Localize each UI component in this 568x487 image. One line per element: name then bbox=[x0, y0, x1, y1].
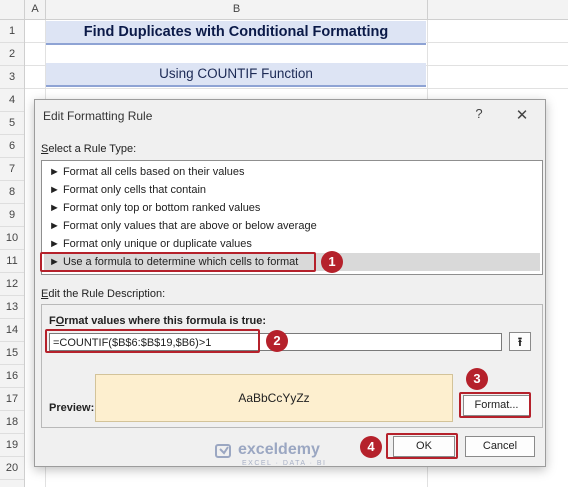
row-header[interactable]: 14 bbox=[0, 319, 24, 342]
row-header[interactable]: 2 bbox=[0, 43, 24, 66]
callout-badge-1: 1 bbox=[321, 251, 343, 273]
callout-badge-3: 3 bbox=[466, 368, 488, 390]
row-header[interactable]: 16 bbox=[0, 365, 24, 388]
watermark-tagline: EXCEL · DATA · BI bbox=[242, 460, 327, 467]
watermark-name: exceldemy bbox=[238, 441, 320, 458]
rule-type-item[interactable]: ► Format only unique or duplicate values bbox=[44, 235, 540, 253]
cancel-button[interactable]: Cancel bbox=[465, 436, 535, 457]
row-header[interactable]: 20 bbox=[0, 457, 24, 480]
rule-type-label: Select a Rule Type: bbox=[41, 143, 137, 155]
exceldemy-logo-icon bbox=[215, 444, 231, 458]
row-header[interactable]: 1 bbox=[0, 20, 24, 43]
row-header[interactable]: 19 bbox=[0, 434, 24, 457]
callout-badge-4: 4 bbox=[360, 436, 382, 458]
row-header[interactable]: 11 bbox=[0, 250, 24, 273]
row-header[interactable]: 7 bbox=[0, 158, 24, 181]
row-header[interactable]: 6 bbox=[0, 135, 24, 158]
rule-type-item[interactable]: ► Format only cells that contain bbox=[44, 181, 540, 199]
edit-formatting-rule-dialog: Edit Formatting Rule ? ✕ Select a Rule T… bbox=[34, 99, 546, 467]
rule-type-item[interactable]: ► Format all cells based on their values bbox=[44, 163, 540, 181]
column-header-bar: A B bbox=[0, 0, 568, 20]
rule-description-label: Edit the Rule Description: bbox=[41, 288, 166, 300]
sheet-title-cell[interactable]: Find Duplicates with Conditional Formatt… bbox=[46, 21, 426, 45]
format-button[interactable]: Format... bbox=[463, 395, 530, 416]
formula-label: FOrmat values where this formula is true… bbox=[49, 315, 267, 327]
row-header[interactable]: 12 bbox=[0, 273, 24, 296]
close-icon[interactable]: ✕ bbox=[514, 106, 530, 124]
sheet-subtitle-cell[interactable]: Using COUNTIF Function bbox=[46, 63, 426, 87]
row-header[interactable]: 3 bbox=[0, 66, 24, 89]
row-header[interactable]: 8 bbox=[0, 181, 24, 204]
help-button[interactable]: ? bbox=[472, 106, 486, 122]
format-preview: AaBbCcYyZz bbox=[95, 374, 453, 422]
row-header[interactable]: 5 bbox=[0, 112, 24, 135]
preview-label: Preview: bbox=[49, 402, 95, 414]
row-header[interactable]: 13 bbox=[0, 296, 24, 319]
column-header-b[interactable]: B bbox=[46, 0, 428, 19]
rule-type-item[interactable]: ► Format only top or bottom ranked value… bbox=[44, 199, 540, 217]
rule-type-item-formula[interactable]: ► Use a formula to determine which cells… bbox=[44, 253, 540, 271]
ok-button[interactable]: OK bbox=[393, 436, 455, 457]
row-header[interactable]: 10 bbox=[0, 227, 24, 250]
collapse-dialog-button[interactable]: ⭱ bbox=[509, 332, 531, 351]
callout-badge-2: 2 bbox=[266, 330, 288, 352]
row-header[interactable]: 4 bbox=[0, 89, 24, 112]
grid-line bbox=[25, 88, 568, 89]
dialog-title: Edit Formatting Rule bbox=[43, 109, 153, 123]
rule-type-item[interactable]: ► Format only values that are above or b… bbox=[44, 217, 540, 235]
select-all-corner[interactable] bbox=[0, 0, 25, 19]
row-header[interactable]: 15 bbox=[0, 342, 24, 365]
row-header[interactable]: 9 bbox=[0, 204, 24, 227]
row-header[interactable]: 18 bbox=[0, 411, 24, 434]
exceldemy-watermark: exceldemy EXCEL · DATA · BI bbox=[214, 441, 325, 467]
row-header[interactable]: 17 bbox=[0, 388, 24, 411]
column-header-a[interactable]: A bbox=[25, 0, 46, 19]
row-header-bar: 1 2 3 4 5 6 7 8 9 10 11 12 13 14 15 16 1… bbox=[0, 20, 25, 487]
rule-type-list[interactable]: ► Format all cells based on their values… bbox=[41, 160, 543, 275]
